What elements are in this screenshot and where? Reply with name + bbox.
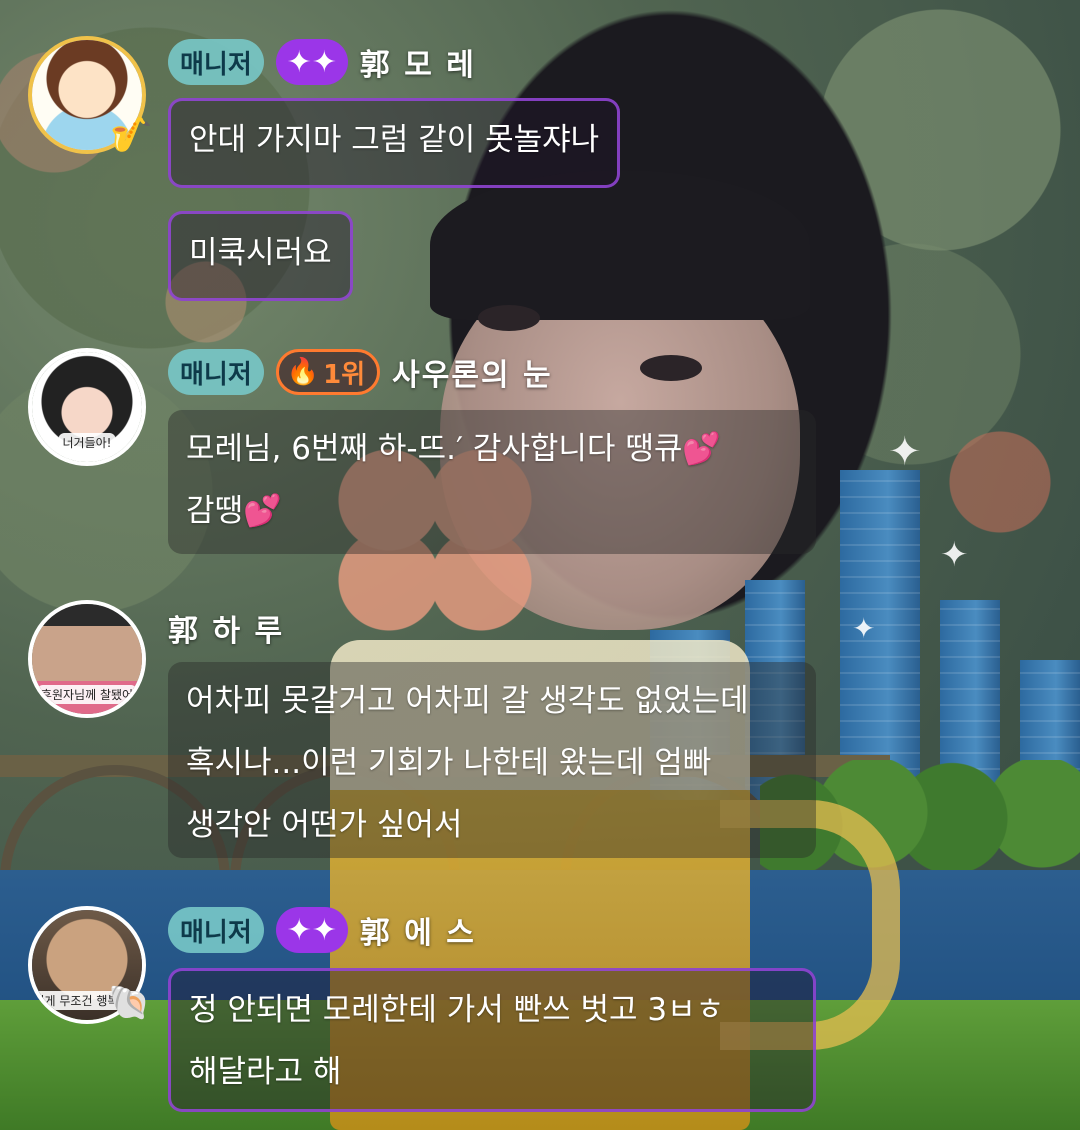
avatar[interactable]: 후원자님께 찰됐어 — [28, 600, 146, 718]
chat-bubble: 안대 가지마 그럼 같이 못놀쟈나 — [168, 98, 621, 188]
chat-text: 감땡💕 — [186, 493, 282, 529]
chat-message-header: 매니저 ✦✦ 郭 에 스 — [168, 906, 476, 954]
chat-text: 생각안 어떤가 싶어서 — [186, 807, 463, 843]
sparkle-icon: ✦✦ — [275, 39, 348, 85]
avatar-caption: 너거들아! — [58, 433, 116, 452]
chat-text: 혹시나...이런 기회가 나한테 왔는데 엄빠 — [186, 745, 712, 781]
chat-text: 해달라고 해 — [189, 1054, 342, 1090]
manager-badge: 매니저 — [168, 39, 264, 85]
chat-bubble: 모레님, 6번째 하-뜨.′ 감사합니다 땡큐💕 감땡💕 — [168, 410, 816, 554]
rank-badge: 🔥 1위 — [275, 349, 381, 395]
chat-bubble: 미쿡시러요 — [168, 211, 353, 301]
chat-message-header: 郭 하 루 — [168, 604, 284, 652]
chat-overlay: 🎷 매니저 ✦✦ 郭 모 레 안대 가지마 그럼 같이 못놀쟈나 미쿡시러요 너… — [0, 0, 1080, 1130]
fire-icon: 🔥 — [286, 357, 320, 387]
username[interactable]: 郭 모 레 — [360, 40, 476, 84]
manager-badge: 매니저 — [168, 349, 264, 395]
chat-text: 안대 가지마 그럼 같이 못놀쟈나 — [189, 122, 600, 158]
chat-text: 어차피 못갈거고 어차피 갈 생각도 없었는데 — [186, 683, 749, 719]
manager-badge: 매니저 — [168, 907, 264, 953]
avatar-caption: 후원자님께 찰됐어 — [36, 685, 138, 704]
sparkle-icon: ✦✦ — [275, 907, 348, 953]
chat-text: 정 안되면 모레한테 가서 빤쓰 벗고 3ㅂㅎ — [189, 992, 725, 1028]
chat-message-header: 매니저 🔥 1위 사우론의 눈 — [168, 348, 553, 396]
silver-badge-icon: 🐚 — [108, 983, 151, 1023]
username[interactable]: 郭 하 루 — [168, 606, 284, 650]
chat-bubble: 정 안되면 모레한테 가서 빤쓰 벗고 3ㅂㅎ 해달라고 해 — [168, 968, 816, 1112]
chat-text: 미쿡시러요 — [189, 235, 332, 271]
chat-message-header: 매니저 ✦✦ 郭 모 레 — [168, 38, 476, 86]
username[interactable]: 사우론의 눈 — [392, 350, 552, 394]
username[interactable]: 郭 에 스 — [360, 908, 476, 952]
gold-badge-icon: 🎷 — [110, 115, 153, 155]
chat-bubble: 어차피 못갈거고 어차피 갈 생각도 없었는데 혹시나...이런 기회가 나한테… — [168, 662, 816, 858]
avatar[interactable]: 너거들아! — [28, 348, 146, 466]
rank-label: 1위 — [323, 359, 366, 390]
chat-text: 모레님, 6번째 하-뜨.′ 감사합니다 땡큐💕 — [186, 431, 721, 467]
